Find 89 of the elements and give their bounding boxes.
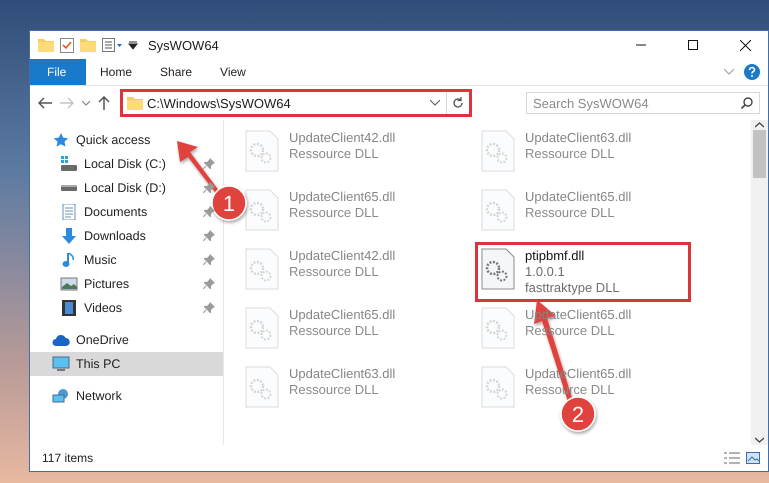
file-gear-icon bbox=[245, 189, 279, 231]
chevron-down-icon[interactable] bbox=[430, 100, 440, 106]
chevron-down-icon[interactable] bbox=[755, 437, 764, 443]
file-gear-icon bbox=[481, 248, 515, 290]
file-gear-icon bbox=[245, 307, 279, 349]
pin-icon[interactable] bbox=[203, 254, 215, 266]
file-detail: fasttraktype DLL bbox=[525, 280, 620, 295]
document-icon bbox=[60, 204, 78, 220]
file-detail: Ressource DLL bbox=[289, 264, 380, 279]
file-name: UpdateClient42.dll bbox=[289, 130, 396, 145]
scrollbar-thumb[interactable] bbox=[753, 130, 766, 178]
file-name: UpdateClient65.dll bbox=[289, 307, 396, 322]
drive-icon bbox=[60, 184, 78, 192]
search-icon[interactable] bbox=[741, 97, 753, 109]
sidebar-item[interactable]: Downloads bbox=[30, 224, 223, 248]
file-gear-icon bbox=[481, 189, 515, 231]
close-icon[interactable] bbox=[740, 40, 750, 50]
file-detail: Ressource DLL bbox=[289, 323, 380, 338]
file-name: UpdateClient63.dll bbox=[525, 130, 632, 145]
pin-icon[interactable] bbox=[203, 158, 215, 170]
back-arrow-icon[interactable] bbox=[38, 97, 52, 109]
sidebar-item[interactable]: This PC bbox=[30, 352, 223, 376]
folder-icon bbox=[38, 38, 54, 52]
dropdown-icon[interactable] bbox=[128, 40, 138, 50]
number-badge bbox=[211, 185, 247, 221]
refresh-icon[interactable] bbox=[452, 97, 464, 109]
cloud-icon bbox=[52, 332, 70, 348]
scrollbar[interactable] bbox=[751, 120, 768, 445]
monitor-icon bbox=[52, 356, 70, 372]
file-name: UpdateClient65.dll bbox=[289, 189, 396, 204]
file-detail: Ressource DLL bbox=[289, 146, 380, 161]
star-icon bbox=[52, 132, 70, 148]
file-item[interactable]: ptipbmf.dll 1.0.0.1 fasttraktype DLL bbox=[475, 242, 691, 302]
chevron-up-icon[interactable] bbox=[755, 122, 764, 128]
list-view-icon[interactable] bbox=[102, 38, 122, 52]
ribbon-tab[interactable]: Home bbox=[86, 59, 146, 85]
large-icons-view-icon[interactable] bbox=[746, 452, 760, 464]
ribbon-tab[interactable]: File bbox=[30, 59, 86, 85]
pin-icon[interactable] bbox=[203, 278, 215, 290]
download-icon bbox=[60, 228, 78, 244]
pin-icon[interactable] bbox=[203, 206, 215, 218]
sidebar-item[interactable]: Music bbox=[30, 248, 223, 272]
sidebar-item[interactable]: Pictures bbox=[30, 272, 223, 296]
file-gear-icon bbox=[481, 366, 515, 408]
chevron-down-icon[interactable] bbox=[82, 100, 90, 106]
file-gear-icon bbox=[245, 366, 279, 408]
file-detail: Ressource DLL bbox=[525, 146, 616, 161]
file-detail: Ressource DLL bbox=[289, 205, 380, 220]
window-title: SysWOW64 bbox=[148, 38, 219, 52]
item-count: 117 items bbox=[42, 451, 94, 465]
network-icon bbox=[52, 388, 70, 404]
sidebar-item[interactable]: Network bbox=[30, 384, 223, 408]
sidebar-item[interactable]: Documents bbox=[30, 200, 223, 224]
picture-icon bbox=[60, 276, 78, 292]
pin-icon[interactable] bbox=[203, 230, 215, 242]
search-field[interactable]: Search SysWOW64 bbox=[526, 92, 760, 114]
file-name: UpdateClient65.dll bbox=[525, 189, 632, 204]
address-path: C:\Windows\SysWOW64 bbox=[147, 96, 292, 110]
file-detail: Ressource DLL bbox=[525, 205, 616, 220]
file-detail: Ressource DLL bbox=[289, 382, 380, 397]
file-name: ptipbmf.dll bbox=[525, 248, 586, 263]
pin-icon[interactable] bbox=[203, 182, 215, 194]
folder-icon bbox=[127, 96, 143, 110]
file-name: UpdateClient42.dll bbox=[289, 248, 396, 263]
annotation-number: 1 bbox=[222, 191, 236, 216]
file-gear-icon bbox=[481, 307, 515, 349]
up-arrow-icon[interactable] bbox=[98, 96, 110, 110]
sidebar-item[interactable]: Quick access bbox=[30, 128, 223, 152]
file-gear-icon bbox=[245, 248, 279, 290]
sidebar-item[interactable]: Videos bbox=[30, 296, 223, 320]
address-bar[interactable]: C:\Windows\SysWOW64 bbox=[120, 89, 472, 117]
file-name: UpdateClient63.dll bbox=[289, 366, 396, 381]
pin-icon[interactable] bbox=[203, 302, 215, 314]
ribbon-tab[interactable]: Share bbox=[146, 59, 206, 85]
details-view-icon[interactable] bbox=[724, 452, 740, 464]
drive-icon bbox=[60, 156, 78, 172]
file-gear-icon bbox=[481, 130, 515, 172]
film-icon bbox=[60, 300, 78, 316]
sidebar-item[interactable]: OneDrive bbox=[30, 328, 223, 352]
help-icon[interactable] bbox=[744, 64, 760, 80]
sidebar-item[interactable]: Local Disk (C:) bbox=[30, 152, 223, 176]
number-badge bbox=[560, 396, 596, 432]
annotation-number: 2 bbox=[572, 402, 584, 427]
file-detail: 1.0.0.1 bbox=[525, 264, 566, 279]
ribbon-tab[interactable]: View bbox=[206, 59, 260, 85]
file-gear-icon bbox=[245, 130, 279, 172]
maximize-icon[interactable] bbox=[688, 40, 698, 50]
new-folder-icon bbox=[80, 38, 96, 52]
properties-icon[interactable] bbox=[60, 38, 74, 52]
